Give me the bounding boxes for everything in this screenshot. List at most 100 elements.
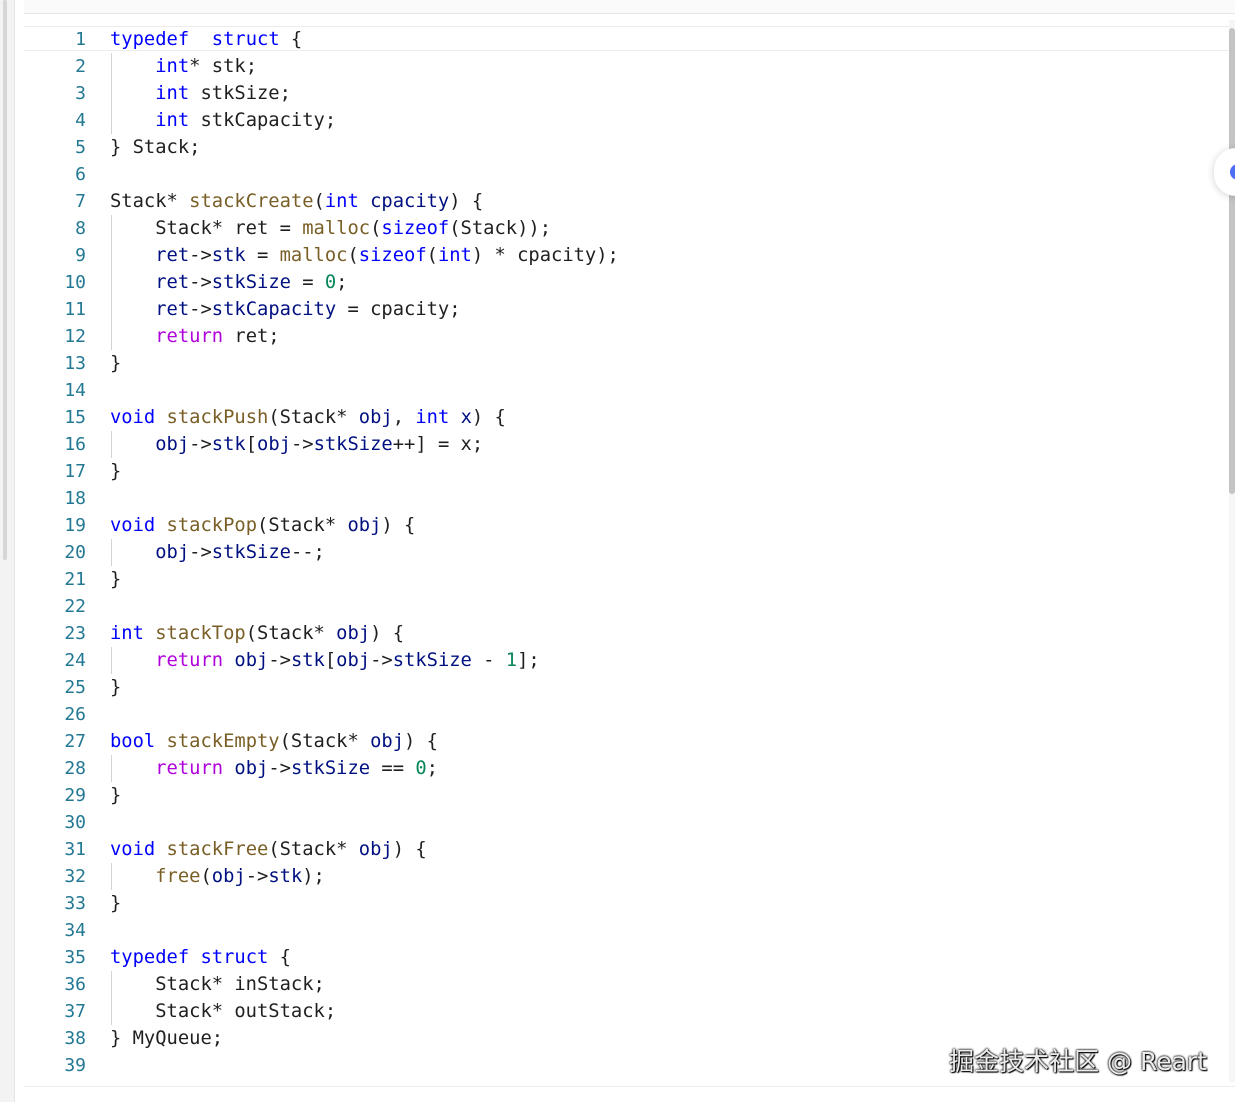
code-token: ( bbox=[370, 218, 382, 239]
code-line[interactable]: 22 bbox=[24, 593, 1229, 620]
code-line[interactable]: 20 obj->stkSize--; bbox=[24, 539, 1229, 566]
code-token: (Stack)); bbox=[449, 218, 551, 239]
code-line[interactable]: 7 Stack* stackCreate(int cpacity) { bbox=[24, 188, 1229, 215]
code-token: ( bbox=[347, 245, 359, 266]
code-token: void bbox=[110, 407, 156, 428]
code-line[interactable]: 36 Stack* inStack; bbox=[24, 971, 1229, 998]
code-line[interactable]: 1 typedef struct { bbox=[24, 26, 1229, 53]
line-number: 32 bbox=[64, 866, 86, 887]
code-line[interactable]: 23 int stackTop(Stack* obj) { bbox=[24, 620, 1229, 647]
code-line[interactable]: 14 bbox=[24, 377, 1229, 404]
code-token: (Stack* bbox=[268, 407, 359, 428]
code-line[interactable]: 29} bbox=[24, 782, 1229, 809]
code-line[interactable]: 9 ret->stk = malloc(sizeof(int) * cpacit… bbox=[24, 242, 1229, 269]
code-line[interactable]: 3 int stkSize; bbox=[24, 80, 1229, 107]
code-line[interactable]: 28 return obj->stkSize == 0; bbox=[24, 755, 1229, 782]
code-line[interactable]: 12 return ret; bbox=[24, 323, 1229, 350]
line-number: 4 bbox=[75, 110, 86, 131]
code-line[interactable]: 15 void stackPush(Stack* obj, int x) { bbox=[24, 404, 1229, 431]
code-token: ) { bbox=[392, 839, 427, 860]
code-line[interactable]: 34 bbox=[24, 917, 1229, 944]
line-number: 18 bbox=[64, 488, 86, 509]
line-number: 6 bbox=[75, 164, 86, 185]
code-editor[interactable]: 1 typedef struct {2 int* stk; 3 int stkSiz… bbox=[24, 14, 1229, 1082]
code-token: return bbox=[155, 650, 224, 671]
code-token: stackFree bbox=[166, 839, 269, 860]
code-line[interactable]: 5} Stack; bbox=[24, 134, 1229, 161]
code-line-text: Stack* inStack; bbox=[110, 971, 325, 998]
code-line[interactable]: 31 void stackFree(Stack* obj) { bbox=[24, 836, 1229, 863]
code-token: ); bbox=[302, 866, 325, 887]
code-line[interactable]: 2 int* stk; bbox=[24, 53, 1229, 80]
code-token: stkSize; bbox=[189, 83, 291, 104]
line-number: 27 bbox=[64, 731, 86, 752]
code-line[interactable]: 11 ret->stkCapacity = cpacity; bbox=[24, 296, 1229, 323]
line-number: 22 bbox=[64, 596, 86, 617]
code-line[interactable]: 21} bbox=[24, 566, 1229, 593]
line-number: 8 bbox=[75, 218, 86, 239]
code-line-text: void stackFree(Stack* obj) { bbox=[110, 836, 427, 863]
code-token: ret bbox=[155, 299, 190, 320]
code-line-text: ret->stkSize = 0; bbox=[110, 269, 347, 296]
code-token: stackCreate bbox=[189, 191, 314, 212]
code-token: ( bbox=[200, 866, 212, 887]
code-line-text: } bbox=[110, 674, 121, 701]
code-line[interactable]: 24 return obj->stk[obj->stkSize - 1]; bbox=[24, 647, 1229, 674]
code-line[interactable]: 6 bbox=[24, 161, 1229, 188]
line-number: 25 bbox=[64, 677, 86, 698]
line-number: 14 bbox=[64, 380, 86, 401]
code-line[interactable]: 27 bool stackEmpty(Stack* obj) { bbox=[24, 728, 1229, 755]
code-token: int bbox=[155, 110, 190, 131]
code-line[interactable]: 19 void stackPop(Stack* obj) { bbox=[24, 512, 1229, 539]
scrollbar-thumb[interactable] bbox=[1229, 28, 1235, 494]
code-line-text: } bbox=[110, 350, 121, 377]
code-line[interactable]: 33} bbox=[24, 890, 1229, 917]
code-line-text: } bbox=[110, 566, 121, 593]
code-token: stkCapacity bbox=[211, 299, 337, 320]
code-token: stkSize bbox=[290, 758, 371, 779]
code-line-text: return obj->stkSize == 0; bbox=[110, 755, 438, 782]
line-number: 38 bbox=[64, 1028, 86, 1049]
code-line[interactable]: 18 bbox=[24, 485, 1229, 512]
code-token: -> bbox=[189, 299, 212, 320]
line-number: 9 bbox=[75, 245, 86, 266]
line-number: 10 bbox=[64, 272, 86, 293]
code-line[interactable]: 35 typedef struct { bbox=[24, 944, 1229, 971]
code-line[interactable]: 32 free(obj->stk); bbox=[24, 863, 1229, 890]
code-token: obj bbox=[358, 839, 393, 860]
code-token: struct bbox=[211, 29, 280, 50]
panel-resize-handle[interactable] bbox=[3, 0, 7, 560]
line-number: 12 bbox=[64, 326, 86, 347]
code-line[interactable]: 4 int stkCapacity; bbox=[24, 107, 1229, 134]
code-token: obj bbox=[336, 650, 371, 671]
code-line[interactable]: 37 Stack* outStack; bbox=[24, 998, 1229, 1025]
line-number: 33 bbox=[64, 893, 86, 914]
line-number: 31 bbox=[64, 839, 86, 860]
code-line[interactable]: 10 ret->stkSize = 0; bbox=[24, 269, 1229, 296]
code-line[interactable]: 16 obj->stk[obj->stkSize++] = x; bbox=[24, 431, 1229, 458]
code-line-text: obj->stk[obj->stkSize++] = x; bbox=[110, 431, 483, 458]
code-token: ) * cpacity); bbox=[471, 245, 619, 266]
code-token: stackPush bbox=[166, 407, 269, 428]
code-token: (Stack* bbox=[268, 839, 359, 860]
code-token: -> bbox=[189, 245, 212, 266]
code-line[interactable]: 17} bbox=[24, 458, 1229, 485]
code-token: { bbox=[268, 947, 291, 968]
code-line[interactable]: 13} bbox=[24, 350, 1229, 377]
code-token: int bbox=[437, 245, 472, 266]
code-token: = bbox=[290, 272, 325, 293]
code-token: free bbox=[155, 866, 201, 887]
code-line[interactable]: 26 bbox=[24, 701, 1229, 728]
code-line[interactable]: 30 bbox=[24, 809, 1229, 836]
code-line[interactable]: 8 Stack* ret = malloc(sizeof(Stack)); bbox=[24, 215, 1229, 242]
code-token: stackTop bbox=[155, 623, 246, 644]
code-token: stkCapacity; bbox=[189, 110, 337, 131]
code-line[interactable]: 25} bbox=[24, 674, 1229, 701]
code-token: ( bbox=[313, 191, 325, 212]
